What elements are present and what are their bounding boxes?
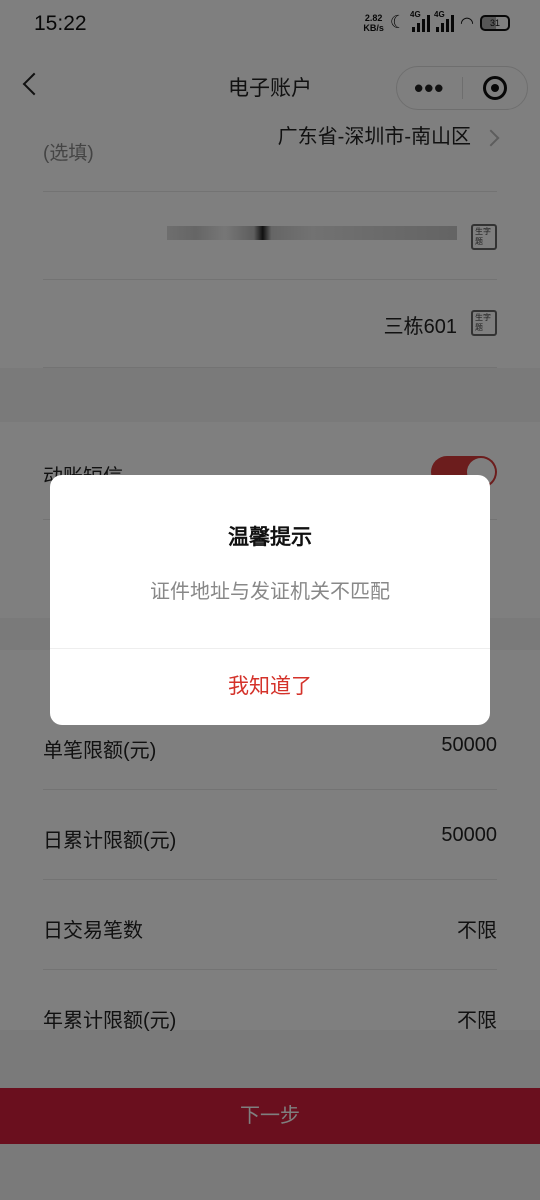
- dialog-message: 证件地址与发证机关不匹配: [150, 581, 390, 603]
- alert-dialog: 温馨提示 证件地址与发证机关不匹配 我知道了: [50, 475, 490, 725]
- dialog-confirm-button[interactable]: 我知道了: [50, 649, 490, 725]
- dialog-title: 温馨提示: [228, 526, 312, 549]
